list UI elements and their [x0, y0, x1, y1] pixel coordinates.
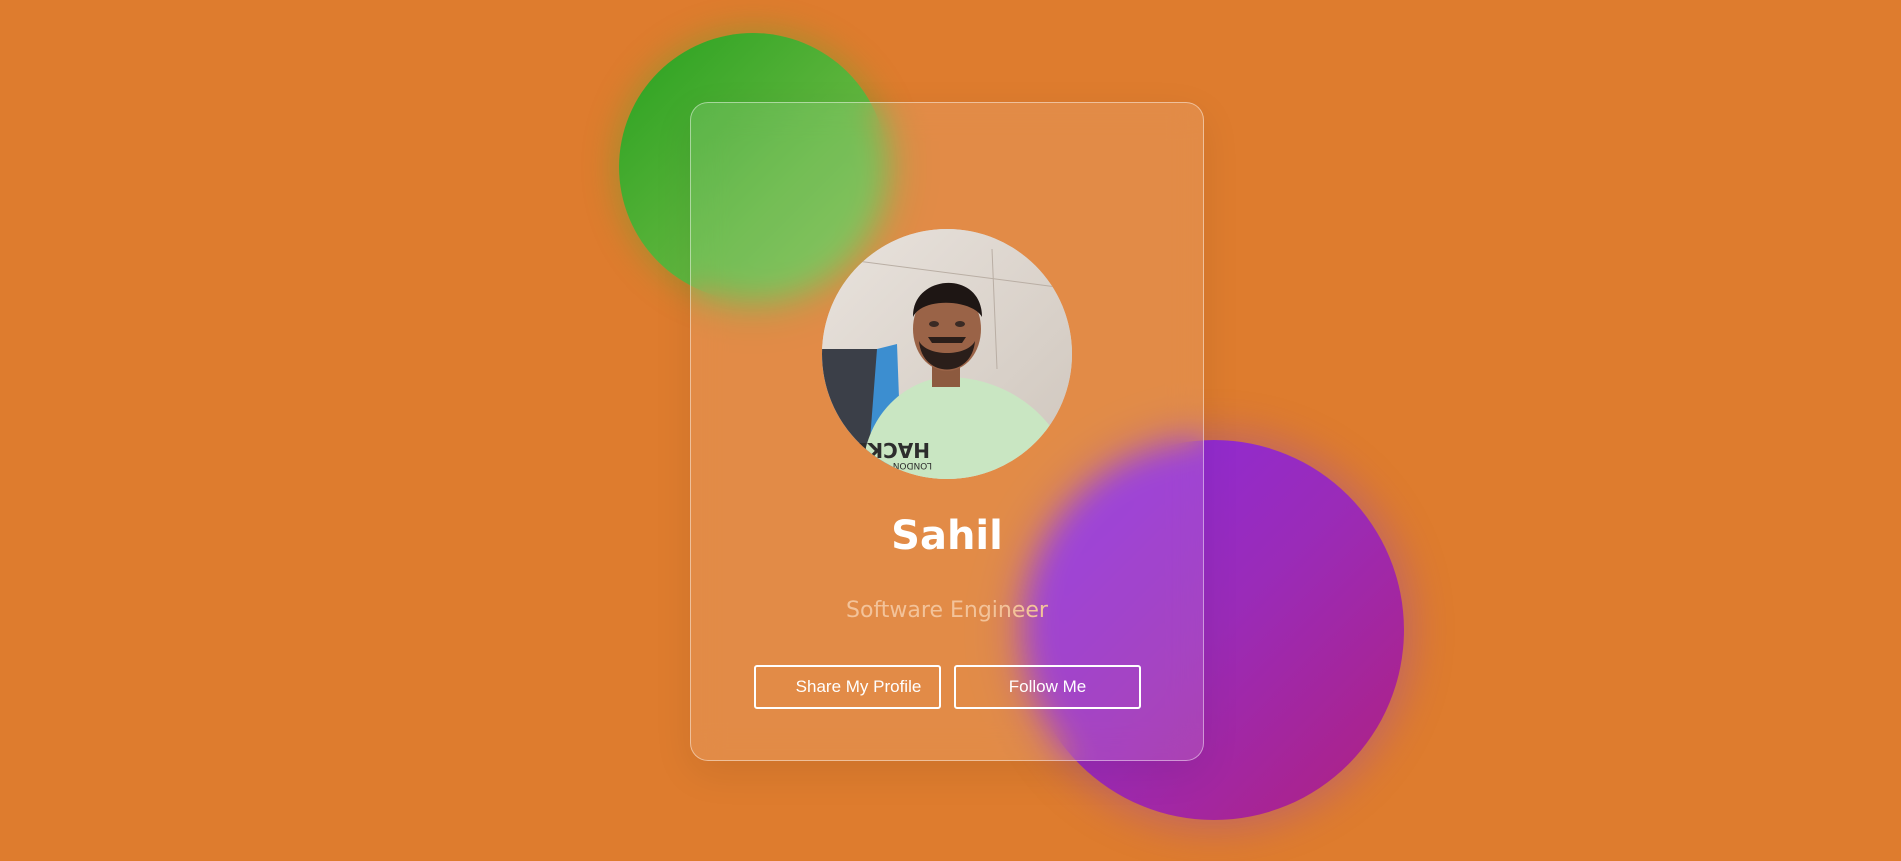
profile-avatar: HACKER LONDON	[822, 229, 1072, 479]
profile-title: Software Engineer	[846, 598, 1048, 623]
profile-card: HACKER LONDON Sahil Software Engineer Sh…	[690, 102, 1204, 761]
shirt-subtext: LONDON	[893, 460, 932, 470]
share-profile-button[interactable]: Share My Profile	[754, 665, 941, 709]
avatar-photo: HACKER LONDON	[822, 229, 1072, 479]
shirt-text: HACKER	[839, 438, 930, 462]
profile-name: Sahil	[891, 513, 1003, 559]
follow-button[interactable]: Follow Me	[954, 665, 1141, 709]
